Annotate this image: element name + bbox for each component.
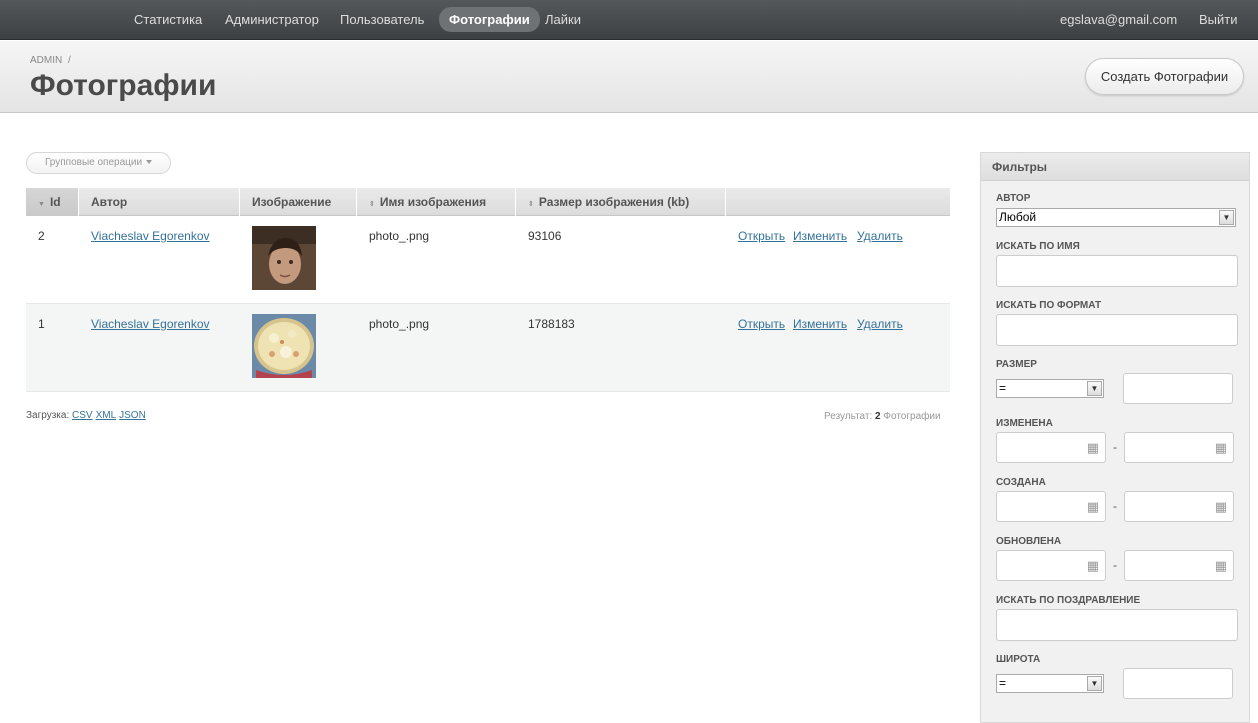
calendar-icon[interactable]: ▦ xyxy=(1087,559,1099,572)
sort-icon: ⇕ xyxy=(528,201,534,208)
filter-label-updated: ОБНОВЛЕНА xyxy=(996,536,1062,547)
author-link[interactable]: Viacheslav Egorenkov xyxy=(91,229,210,243)
breadcrumb: ADMIN / xyxy=(30,55,71,66)
filters-title: Фильтры xyxy=(981,153,1249,181)
export-links: Загрузка: CSV XML JSON xyxy=(26,410,149,421)
sort-desc-icon: ▼ xyxy=(38,201,45,208)
format-search-input[interactable] xyxy=(996,314,1238,346)
logout-link[interactable]: Выйти xyxy=(1199,7,1238,32)
filter-label-format: ИСКАТЬ ПО ФОРМАТ xyxy=(996,300,1102,311)
calendar-icon[interactable]: ▦ xyxy=(1215,441,1227,454)
chevron-down-icon: ▼ xyxy=(1087,381,1102,396)
nav-item-statistics[interactable]: Статистика xyxy=(124,7,212,32)
page-title: Фотографии xyxy=(30,69,217,102)
open-link[interactable]: Открыть xyxy=(738,317,785,331)
cell-image-size: 93106 xyxy=(528,229,562,243)
range-separator: - xyxy=(1113,499,1117,513)
result-count: Результат: 2 Фотографии xyxy=(824,411,941,422)
filters-panel: Фильтры АВТОР Любой ▼ ИСКАТЬ ПО ИМЯ ИСКАТ… xyxy=(980,152,1250,723)
filter-label-changed: ИЗМЕНЕНА xyxy=(996,418,1053,429)
open-link[interactable]: Открыть xyxy=(738,229,785,243)
cell-id: 1 xyxy=(38,317,45,331)
congrats-search-input[interactable] xyxy=(996,609,1238,641)
bulk-actions-label: Групповые операции xyxy=(44,157,143,168)
filter-label-congrats: ИСКАТЬ ПО ПОЗДРАВЛЕНИЕ xyxy=(996,595,1141,606)
filter-label-author: АВТОР xyxy=(996,193,1031,204)
photo-thumbnail-pizza[interactable] xyxy=(252,314,316,378)
created-to-date[interactable]: ▦ xyxy=(1124,491,1234,522)
filter-label-size: РАЗМЕР xyxy=(996,359,1037,370)
chevron-down-icon: ▼ xyxy=(1087,676,1102,691)
photos-table: ▼ Id Автор Изображение ⇕ Имя изображения ⇕… xyxy=(26,188,950,392)
create-photo-button[interactable]: Создать Фотографии xyxy=(1085,58,1244,95)
nav-item-admin[interactable]: Администратор xyxy=(215,7,329,32)
column-header-image: Изображение xyxy=(240,188,357,216)
updated-from-date[interactable]: ▦ xyxy=(996,550,1106,581)
changed-from-date[interactable]: ▦ xyxy=(996,432,1106,463)
page-header: ADMIN / Фотографии Создать Фотографии xyxy=(0,41,1258,113)
table-row: 2 Viacheslav Egorenkov photo_.png 93106 … xyxy=(26,216,950,304)
photo-thumbnail-face[interactable] xyxy=(252,226,316,290)
calendar-icon[interactable]: ▦ xyxy=(1215,559,1227,572)
column-header-id[interactable]: ▼ Id xyxy=(26,188,79,216)
cell-image-name: photo_.png xyxy=(369,229,430,243)
chevron-down-icon: ▼ xyxy=(1219,210,1234,225)
author-select[interactable]: Любой ▼ xyxy=(996,208,1236,227)
filter-label-latitude: ШИРОТА xyxy=(996,654,1041,665)
export-json-link[interactable]: JSON xyxy=(119,410,146,421)
nav-item-likes[interactable]: Лайки xyxy=(535,7,591,32)
column-header-actions xyxy=(726,188,950,216)
latitude-operator-select[interactable]: = ▼ xyxy=(996,674,1104,693)
breadcrumb-separator: / xyxy=(68,55,71,66)
size-operator-select[interactable]: = ▼ xyxy=(996,379,1104,398)
size-value-input[interactable] xyxy=(1123,373,1233,404)
calendar-icon[interactable]: ▦ xyxy=(1087,500,1099,513)
nav-item-user[interactable]: Пользователь xyxy=(330,7,434,32)
column-header-image-size[interactable]: ⇕ Размер изображения (kb) xyxy=(516,188,726,216)
export-csv-link[interactable]: CSV xyxy=(72,410,93,421)
delete-link[interactable]: Удалить xyxy=(857,229,903,243)
export-label: Загрузка: xyxy=(26,410,70,421)
range-separator: - xyxy=(1113,440,1117,454)
filter-label-name: ИСКАТЬ ПО ИМЯ xyxy=(996,241,1080,252)
cell-id: 2 xyxy=(38,229,45,243)
bulk-actions-button[interactable]: Групповые операции xyxy=(26,152,171,174)
caret-down-icon xyxy=(146,160,153,165)
table-row: 1 Viacheslav Egorenkov photo_.png 178818… xyxy=(26,304,950,392)
column-header-author: Автор xyxy=(79,188,240,216)
edit-link[interactable]: Изменить xyxy=(793,317,847,331)
breadcrumb-admin[interactable]: ADMIN xyxy=(30,55,62,66)
filter-label-created: СОЗДАНА xyxy=(996,477,1046,488)
cell-image-name: photo_.png xyxy=(369,317,430,331)
name-search-input[interactable] xyxy=(996,255,1238,287)
nav-item-photos[interactable]: Фотографии xyxy=(439,7,540,32)
calendar-icon[interactable]: ▦ xyxy=(1087,441,1099,454)
delete-link[interactable]: Удалить xyxy=(857,317,903,331)
column-header-image-name[interactable]: ⇕ Имя изображения xyxy=(357,188,516,216)
cell-image-size: 1788183 xyxy=(528,317,575,331)
top-navbar: Статистика Администратор Пользователь Фо… xyxy=(0,0,1258,40)
result-number: 2 xyxy=(875,411,881,422)
updated-to-date[interactable]: ▦ xyxy=(1124,550,1234,581)
author-link[interactable]: Viacheslav Egorenkov xyxy=(91,317,210,331)
latitude-value-input[interactable] xyxy=(1123,668,1233,699)
export-xml-link[interactable]: XML xyxy=(96,410,117,421)
table-header: ▼ Id Автор Изображение ⇕ Имя изображения ⇕… xyxy=(26,188,950,216)
user-email-link[interactable]: egslava@gmail.com xyxy=(1060,7,1177,32)
calendar-icon[interactable]: ▦ xyxy=(1215,500,1227,513)
changed-to-date[interactable]: ▦ xyxy=(1124,432,1234,463)
sort-icon: ⇕ xyxy=(369,201,375,208)
edit-link[interactable]: Изменить xyxy=(793,229,847,243)
created-from-date[interactable]: ▦ xyxy=(996,491,1106,522)
range-separator: - xyxy=(1113,558,1117,572)
